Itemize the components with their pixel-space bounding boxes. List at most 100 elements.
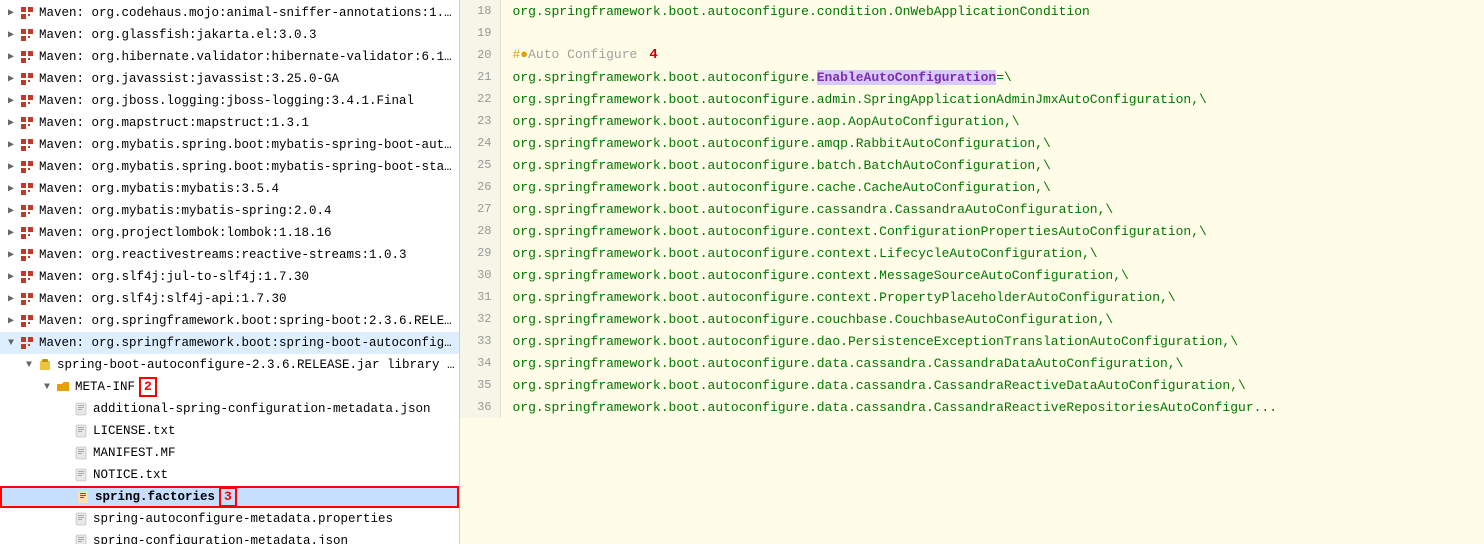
tree-item-maven-11[interactable]: ▶Maven: org.projectlombok:lombok:1.18.16	[0, 222, 459, 244]
tree-item-maven-1[interactable]: ▶ Maven: org.codehaus.mojo:animal-sniffer…	[0, 2, 459, 24]
tree-item-spring-factories[interactable]: spring.factories 3	[0, 486, 459, 508]
line-content: org.springframework.boot.autoconfigure.a…	[500, 132, 1484, 154]
tree-item-label: Maven: org.javassist:javassist:3.25.0-GA	[39, 72, 339, 86]
tree-item-maven-9[interactable]: ▶Maven: org.mybatis:mybatis:3.5.4	[0, 178, 459, 200]
tree-icon-maven	[18, 292, 36, 306]
tree-icon-maven	[18, 94, 36, 108]
code-line: 21org.springframework.boot.autoconfigure…	[460, 66, 1484, 88]
tree-item-label: Maven: org.glassfish:jakarta.el:3.0.3	[39, 28, 317, 42]
tree-icon-file	[72, 402, 90, 416]
tree-item-maven-3[interactable]: ▶Maven: org.hibernate.validator:hibernat…	[0, 46, 459, 68]
tree-arrow: ▶	[4, 271, 18, 283]
tree-item-label: Maven: org.slf4j:jul-to-slf4j:1.7.30	[39, 270, 309, 284]
tree-arrow: ▶	[4, 7, 18, 19]
tree-item-maven-4[interactable]: ▶ Maven: org.javassist:javassist:3.25.0-G…	[0, 68, 459, 90]
tree-item-maven-6[interactable]: ▶ Maven: org.mapstruct:mapstruct:1.3.1	[0, 112, 459, 134]
line-number: 20	[460, 44, 500, 66]
line-number: 30	[460, 264, 500, 286]
code-suffix: =\	[996, 70, 1012, 85]
tree-item-maven-13[interactable]: ▶ Maven: org.slf4j:jul-to-slf4j:1.7.30	[0, 266, 459, 288]
code-line: 25org.springframework.boot.autoconfigure…	[460, 154, 1484, 176]
line-number: 19	[460, 22, 500, 44]
line-number: 22	[460, 88, 500, 110]
tree-item-label: META-INF	[75, 380, 135, 394]
tree-icon-maven	[18, 28, 36, 42]
tree-item-label: Maven: org.mybatis:mybatis:3.5.4	[39, 182, 279, 196]
line-number: 36	[460, 396, 500, 418]
tree-item-maven-10[interactable]: ▶Maven: org.mybatis:mybatis-spring:2.0.4	[0, 200, 459, 222]
comment-icon: #●	[513, 47, 529, 62]
tree-item-label: Maven: org.mybatis:mybatis-spring:2.0.4	[39, 204, 332, 218]
line-content: org.springframework.boot.autoconfigure.c…	[500, 308, 1484, 330]
tree-icon-file	[72, 424, 90, 438]
code-line: 23org.springframework.boot.autoconfigure…	[460, 110, 1484, 132]
file-tree-panel[interactable]: ▶ Maven: org.codehaus.mojo:animal-sniffer…	[0, 0, 460, 544]
code-editor-panel[interactable]: 18org.springframework.boot.autoconfigure…	[460, 0, 1484, 544]
tree-arrow: ▶	[4, 139, 18, 151]
tree-arrow: ▶	[4, 117, 18, 129]
tree-item-notice[interactable]: NOTICE.txt	[0, 464, 459, 486]
tree-item-jar-root[interactable]: ▼spring-boot-autoconfigure-2.3.6.RELEASE…	[0, 354, 459, 376]
tree-icon-file	[72, 512, 90, 526]
tree-item-label: spring-configuration-metadata.json	[93, 534, 348, 544]
tree-item-label: spring.factories	[95, 490, 215, 504]
line-content	[500, 22, 1484, 44]
tree-icon-folder	[54, 380, 72, 394]
tree-icon-maven	[18, 138, 36, 152]
tree-item-maven-2[interactable]: ▶Maven: org.glassfish:jakarta.el:3.0.3	[0, 24, 459, 46]
tree-item-label: Maven: org.hibernate.validator:hibernate…	[39, 50, 455, 64]
line-content: #●Auto Configure4	[500, 44, 1484, 66]
line-number: 33	[460, 330, 500, 352]
tree-arrow: ▶	[4, 161, 18, 173]
tree-item-manifest[interactable]: MANIFEST.MF	[0, 442, 459, 464]
tree-arrow: ▼	[22, 360, 36, 371]
tree-icon-maven	[18, 336, 36, 350]
tree-icon-maven	[18, 6, 36, 20]
tree-item-spring-auto-meta[interactable]: spring-autoconfigure-metadata.properties	[0, 508, 459, 530]
tree-icon-jar	[36, 358, 54, 372]
line-content: org.springframework.boot.autoconfigure.a…	[500, 88, 1484, 110]
tree-icon-file	[72, 446, 90, 460]
line-number: 28	[460, 220, 500, 242]
code-line: 22org.springframework.boot.autoconfigure…	[460, 88, 1484, 110]
tree-item-label: Maven: org.springframework.boot:spring-b…	[39, 314, 455, 328]
tree-item-maven-15[interactable]: ▶Maven: org.springframework.boot:spring-…	[0, 310, 459, 332]
code-line: 36org.springframework.boot.autoconfigure…	[460, 396, 1484, 418]
tree-item-label: Maven: org.codehaus.mojo:animal-sniffer-…	[39, 6, 455, 20]
line-number: 32	[460, 308, 500, 330]
tree-item-maven-16[interactable]: ▼ Maven: org.springframework.boot:spring-…	[0, 332, 459, 354]
tree-item-label: Maven: org.mapstruct:mapstruct:1.3.1	[39, 116, 309, 130]
code-line: 28org.springframework.boot.autoconfigure…	[460, 220, 1484, 242]
line-content: org.springframework.boot.autoconfigure.c…	[500, 220, 1484, 242]
tree-item-label: Maven: org.springframework.boot:spring-b…	[39, 336, 455, 350]
line-number: 24	[460, 132, 500, 154]
tree-item-maven-14[interactable]: ▶Maven: org.slf4j:slf4j-api:1.7.30	[0, 288, 459, 310]
annotation-badge: 3	[219, 487, 237, 507]
line-content: org.springframework.boot.autoconfigure.d…	[500, 330, 1484, 352]
line-number: 34	[460, 352, 500, 374]
tree-item-label: Maven: org.reactivestreams:reactive-stre…	[39, 248, 407, 262]
tree-icon-maven	[18, 226, 36, 240]
tree-item-label: spring-autoconfigure-metadata.properties	[93, 512, 393, 526]
tree-arrow: ▼	[4, 338, 18, 349]
tree-item-license[interactable]: LICENSE.txt	[0, 420, 459, 442]
tree-icon-maven	[18, 314, 36, 328]
tree-arrow: ▶	[4, 227, 18, 239]
tree-item-meta-inf[interactable]: ▼META-INF2	[0, 376, 459, 398]
tree-item-label: LICENSE.txt	[93, 424, 176, 438]
code-line: 32org.springframework.boot.autoconfigure…	[460, 308, 1484, 330]
tree-item-spring-config-meta[interactable]: spring-configuration-metadata.json	[0, 530, 459, 544]
tree-item-add-spring[interactable]: additional-spring-configuration-metadata…	[0, 398, 459, 420]
line-content: org.springframework.boot.autoconfigure.c…	[500, 198, 1484, 220]
tree-item-maven-12[interactable]: ▶Maven: org.reactivestreams:reactive-str…	[0, 244, 459, 266]
line-content: org.springframework.boot.autoconfigure.c…	[500, 176, 1484, 198]
tree-item-maven-7[interactable]: ▶Maven: org.mybatis.spring.boot:mybatis-…	[0, 134, 459, 156]
line-number: 23	[460, 110, 500, 132]
annotation-badge: 2	[139, 377, 157, 397]
tree-item-maven-8[interactable]: ▶Maven: org.mybatis.spring.boot:mybatis-…	[0, 156, 459, 178]
tree-icon-maven	[18, 50, 36, 64]
tree-item-maven-5[interactable]: ▶Maven: org.jboss.logging:jboss-logging:…	[0, 90, 459, 112]
line-content: org.springframework.boot.autoconfigure.a…	[500, 110, 1484, 132]
tree-arrow: ▶	[4, 73, 18, 85]
tree-icon-maven	[18, 116, 36, 130]
